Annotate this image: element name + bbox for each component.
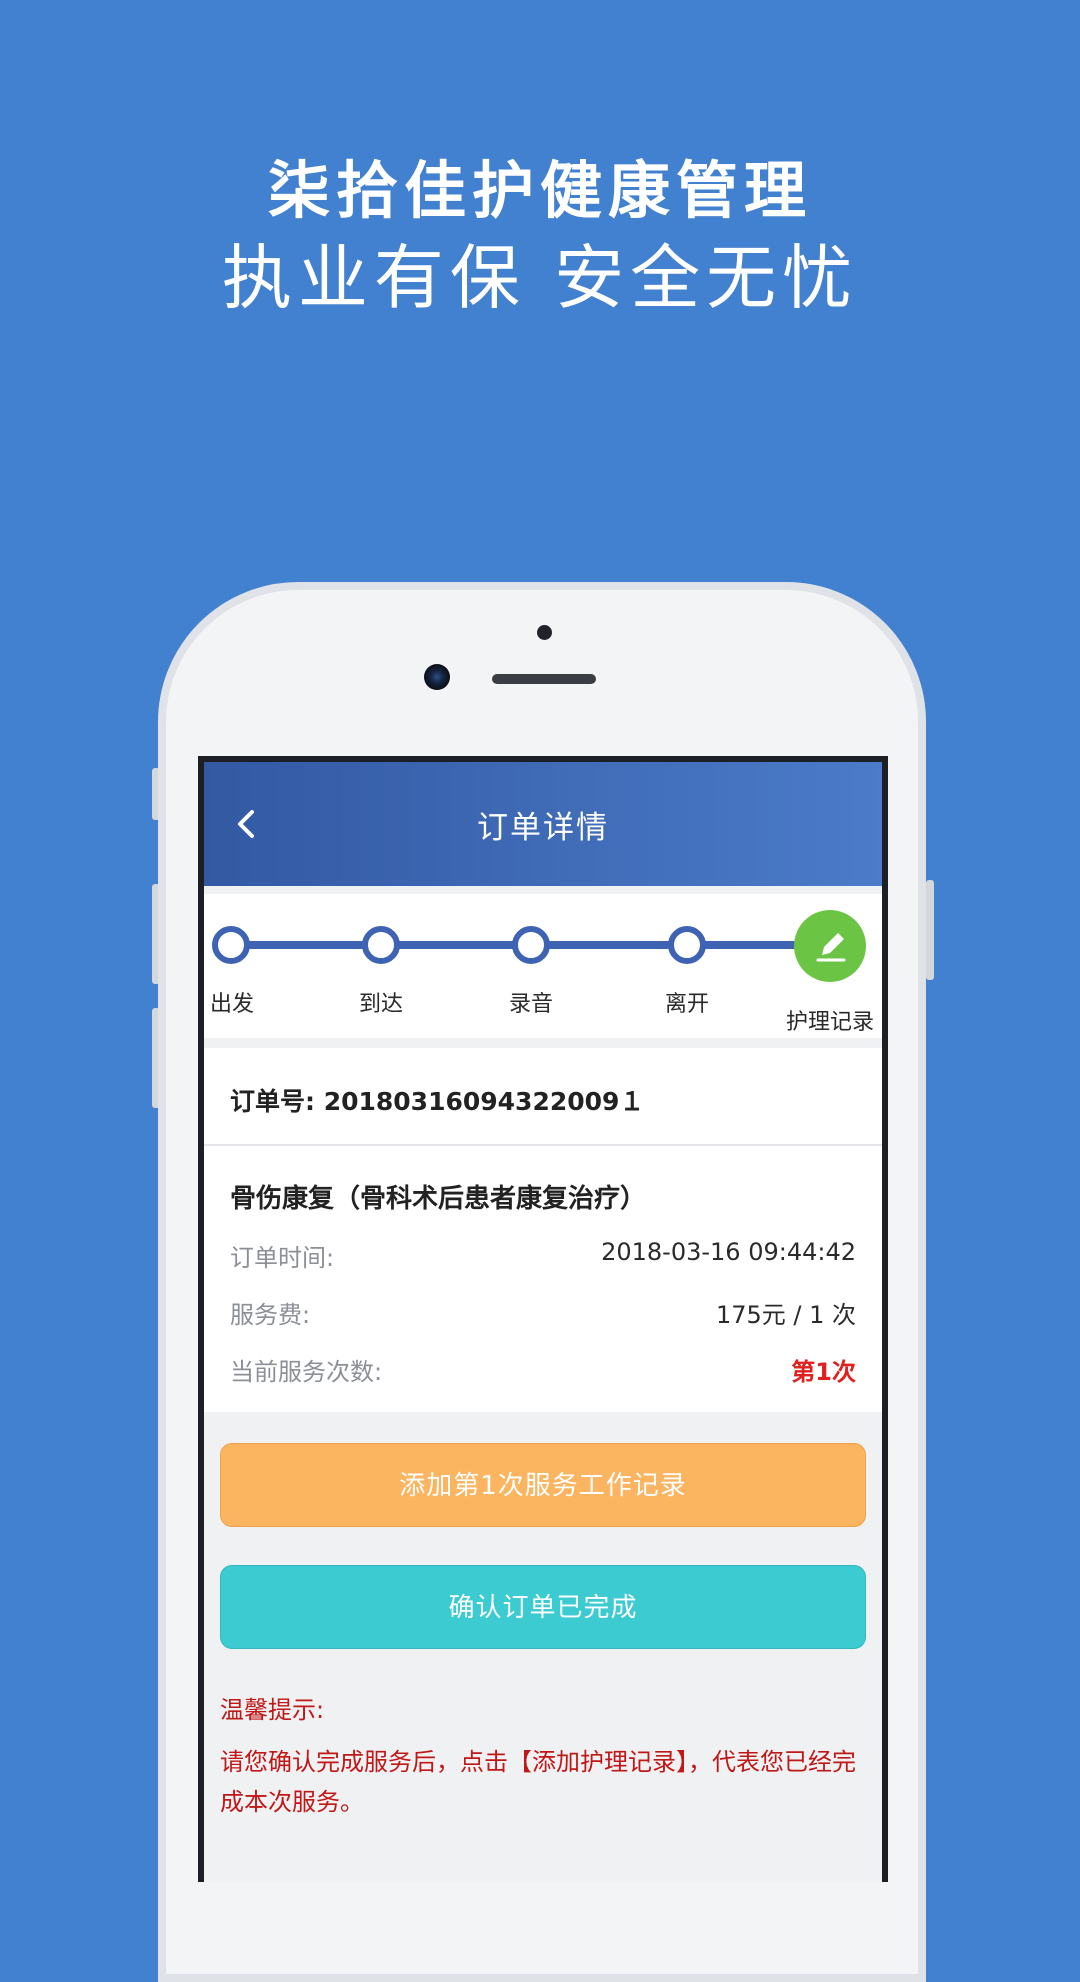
phone-speaker [492,674,596,684]
order-time-value: 2018-03-16 09:44:42 [601,1238,856,1266]
phone-screen: 订单详情 出发 到达 录音 离开 护理记录 订单号: 2018031609432… [198,756,888,1882]
step-label: 录音 [509,992,554,1017]
headline-title: 柒拾佳护健康管理 [267,154,812,227]
step-dot [512,926,550,964]
service-count-value: 第1次 [791,1358,856,1386]
step-label: 离开 [665,992,710,1017]
step-dot [212,926,250,964]
nursing-record-step-button[interactable] [794,910,866,982]
service-count-label: 当前服务次数: [230,1358,383,1386]
headline-subtitle: 执业有保 安全无忧 [221,237,859,319]
order-number: 订单号: 20180316094322009１ [230,1087,645,1116]
order-time-label: 订单时间: [230,1244,335,1272]
phone-camera [424,664,450,690]
page-title: 订单详情 [477,810,609,846]
step-label: 出发 [210,992,255,1017]
divider [204,1144,882,1146]
confirm-order-complete-button[interactable]: 确认订单已完成 [220,1565,866,1649]
progress-steps: 出发 到达 录音 离开 护理记录 [204,894,882,1038]
step-label: 到达 [359,992,404,1017]
step-dot [362,926,400,964]
service-name: 骨伤康复（骨科术后患者康复治疗） [230,1184,647,1214]
phone-power-button [926,880,934,980]
navbar: 订单详情 [204,762,882,886]
step-label-nursing-record: 护理记录 [786,1010,875,1035]
pencil-icon [816,933,846,962]
order-card: 订单号: 20180316094322009１ 骨伤康复（骨科术后患者康复治疗）… [204,1048,882,1412]
tip-body: 请您确认完成服务后，点击【添加护理记录】，代表您已经完成本次服务。 [220,1748,856,1816]
phone-sensor [537,625,552,640]
service-fee-label: 服务费: [230,1301,311,1329]
step-dot [668,926,706,964]
tip-title: 温馨提示: [220,1696,325,1724]
add-service-record-button[interactable]: 添加第1次服务工作记录 [220,1443,866,1527]
service-fee-value: 175元 / 1 次 [715,1301,856,1329]
